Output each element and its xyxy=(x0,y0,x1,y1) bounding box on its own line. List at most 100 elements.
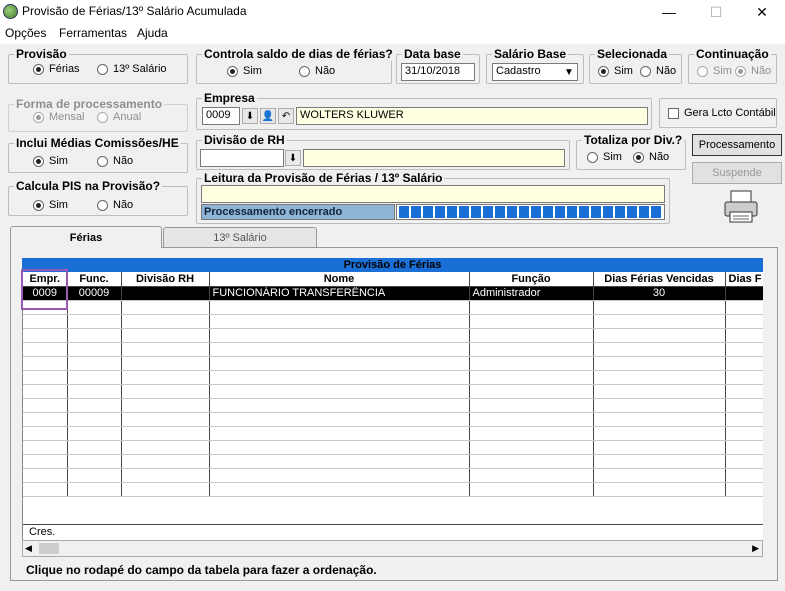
calcula-nao-radio[interactable]: Não xyxy=(97,199,133,211)
col-divisao[interactable]: Divisão RH xyxy=(121,272,210,287)
provisao-label: Provisão xyxy=(14,47,69,61)
tab-13-salario[interactable]: 13º Salário xyxy=(163,227,317,247)
search-person-icon[interactable]: 👤 xyxy=(260,108,276,124)
scroll-thumb[interactable] xyxy=(39,543,59,554)
table-row[interactable] xyxy=(23,356,763,371)
table-row[interactable] xyxy=(23,328,763,343)
empty-cell xyxy=(725,426,763,441)
continuacao-sim-radio[interactable]: Sim xyxy=(697,65,732,77)
table-row[interactable] xyxy=(23,370,763,385)
totaliza-sim-radio[interactable]: Sim xyxy=(587,151,622,163)
empty-cell xyxy=(67,314,122,329)
totaliza-nao-radio[interactable]: Não xyxy=(633,151,669,163)
empty-cell xyxy=(209,482,470,497)
grid-title: Provisão de Férias xyxy=(22,258,763,272)
progress-block xyxy=(531,206,541,218)
forma-mensal-radio[interactable]: Mensal xyxy=(33,111,84,123)
provisao-ferias-radio[interactable]: Férias xyxy=(33,63,80,75)
printer-icon[interactable] xyxy=(722,188,760,226)
scroll-right-icon[interactable]: ▶ xyxy=(752,543,759,554)
provisao-13-radio[interactable]: 13º Salário xyxy=(97,63,167,75)
continuacao-label: Continuação xyxy=(694,47,771,61)
table-row[interactable] xyxy=(23,482,763,497)
maximize-button[interactable]: ☐ xyxy=(693,0,739,24)
close-button[interactable]: ✕ xyxy=(739,0,785,24)
selecionada-label: Selecionada xyxy=(595,47,670,61)
empty-cell xyxy=(209,356,470,371)
empty-cell xyxy=(469,384,594,399)
inclui-medias-group: Inclui Médias Comissões/HE Sim Não xyxy=(8,136,188,173)
data-base-input[interactable]: 31/10/2018 xyxy=(401,63,475,81)
empty-cell xyxy=(67,454,122,469)
horizontal-scrollbar[interactable]: ◀ ▶ xyxy=(22,540,763,557)
table-row[interactable] xyxy=(23,314,763,329)
data-base-group: Data base 31/10/2018 xyxy=(396,47,480,84)
col-dias-vencidas[interactable]: Dias Férias Vencidas xyxy=(593,272,726,287)
empty-cell xyxy=(469,356,594,371)
forma-anual-radio[interactable]: Anual xyxy=(97,111,141,123)
empty-cell xyxy=(209,384,470,399)
continuacao-nao-radio[interactable]: Não xyxy=(735,65,771,77)
empty-cell xyxy=(23,440,68,455)
empresa-code-input[interactable]: 0009 xyxy=(202,107,240,125)
table-row[interactable] xyxy=(23,384,763,399)
table-row[interactable] xyxy=(23,342,763,357)
suspende-button[interactable]: Suspende xyxy=(692,162,782,184)
table-row[interactable] xyxy=(23,454,763,469)
empty-cell xyxy=(209,426,470,441)
gera-lcto-checkbox[interactable]: Gera Lcto Contábil xyxy=(668,107,776,119)
progress-block xyxy=(423,206,433,218)
download-arrow-icon[interactable]: ⬇ xyxy=(242,108,258,124)
empty-cell xyxy=(593,440,726,455)
provisao-grid: Empr. Func. Divisão RH Nome Função Dias … xyxy=(22,272,763,540)
empty-cell xyxy=(121,300,210,315)
menu-ajuda[interactable]: Ajuda xyxy=(137,26,168,40)
download-arrow-icon[interactable]: ⬇ xyxy=(285,150,301,166)
col-func[interactable]: Func. xyxy=(67,272,122,287)
empty-cell xyxy=(67,412,122,427)
empty-cell xyxy=(593,412,726,427)
menu-ferramentas[interactable]: Ferramentas xyxy=(59,26,127,40)
table-row[interactable] xyxy=(23,468,763,483)
table-row[interactable] xyxy=(23,426,763,441)
empty-cell xyxy=(469,342,594,357)
tab-ferias[interactable]: Férias xyxy=(10,226,162,248)
col-dias-f[interactable]: Dias F xyxy=(725,272,763,287)
table-row[interactable] xyxy=(23,412,763,427)
empty-cell xyxy=(593,328,726,343)
col-funcao[interactable]: Função xyxy=(469,272,594,287)
table-row[interactable] xyxy=(23,440,763,455)
app-icon xyxy=(3,4,18,19)
controla-sim-radio[interactable]: Sim xyxy=(227,65,262,77)
calcula-sim-radio[interactable]: Sim xyxy=(33,199,68,211)
chevron-down-icon[interactable]: ▼ xyxy=(561,64,577,80)
salario-base-group: Salário Base Cadastro ▼ xyxy=(486,47,584,84)
progress-block xyxy=(483,206,493,218)
menu-opcoes[interactable]: Opções xyxy=(5,26,46,40)
divisao-code-input[interactable] xyxy=(200,149,284,167)
empty-cell xyxy=(23,384,68,399)
empty-cell xyxy=(121,398,210,413)
empty-cell xyxy=(725,370,763,385)
scroll-left-icon[interactable]: ◀ xyxy=(25,543,32,554)
controla-nao-radio[interactable]: Não xyxy=(299,65,335,77)
empty-cell xyxy=(725,454,763,469)
inclui-nao-radio[interactable]: Não xyxy=(97,155,133,167)
sort-footer-label[interactable]: Cres. xyxy=(29,526,55,538)
selecionada-sim-radio[interactable]: Sim xyxy=(598,65,633,77)
selecionada-nao-radio[interactable]: Não xyxy=(640,65,676,77)
table-row[interactable] xyxy=(23,300,763,315)
undo-icon[interactable]: ↶ xyxy=(278,108,294,124)
empty-cell xyxy=(469,426,594,441)
inclui-sim-radio[interactable]: Sim xyxy=(33,155,68,167)
progress-block xyxy=(615,206,625,218)
minimize-button[interactable]: — xyxy=(646,0,692,24)
table-row[interactable]: 0009 00009 FUNCIONÁRIO TRANSFERÊNCIA Adm… xyxy=(23,286,763,301)
processamento-button[interactable]: Processamento xyxy=(692,134,782,156)
empty-cell xyxy=(593,482,726,497)
table-row[interactable] xyxy=(23,398,763,413)
col-nome[interactable]: Nome xyxy=(209,272,470,287)
progress-block xyxy=(591,206,601,218)
empty-cell xyxy=(121,426,210,441)
leitura-field xyxy=(201,185,665,203)
